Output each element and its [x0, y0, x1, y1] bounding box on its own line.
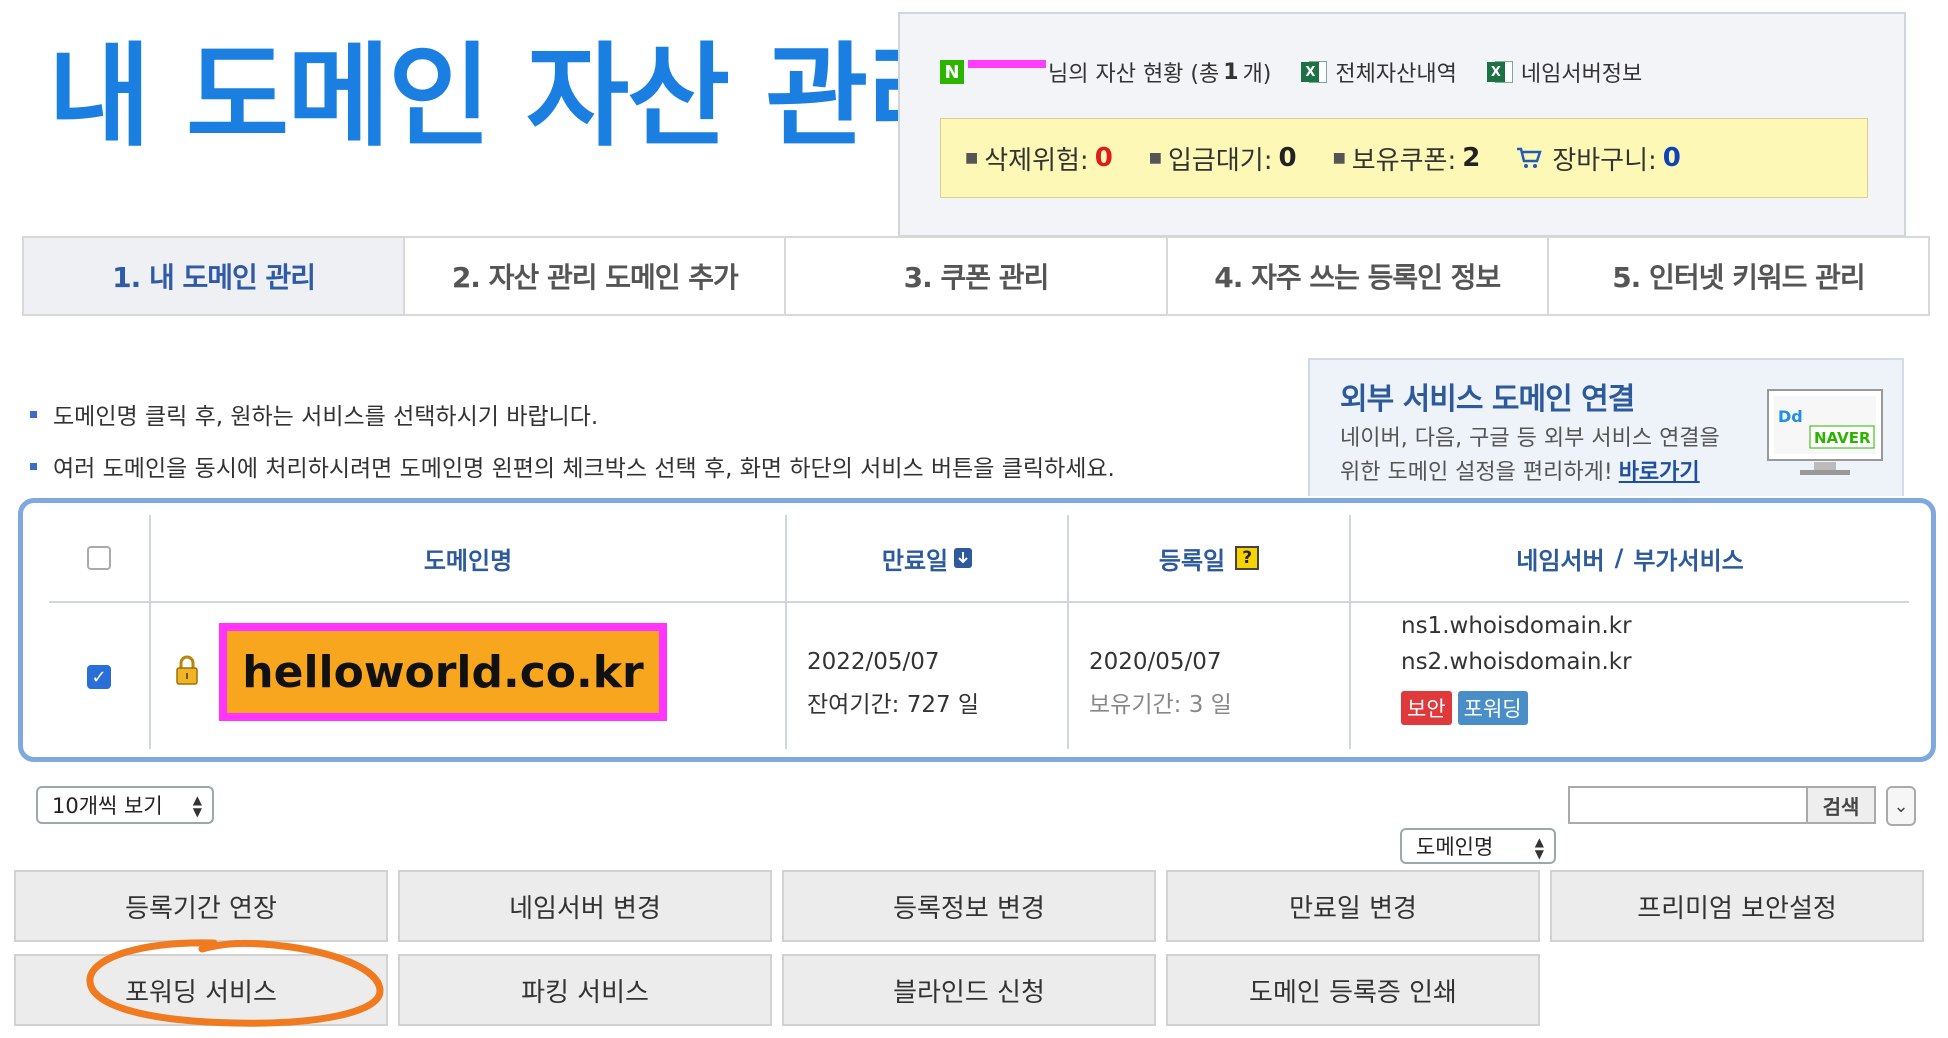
status-cart[interactable]: 장바구니: 0: [1516, 140, 1681, 177]
tab-keywords[interactable]: 5. 인터넷 키워드 관리: [1549, 238, 1928, 314]
forwarding-tag[interactable]: 포워딩: [1457, 691, 1528, 725]
header-domain[interactable]: 도메인명: [151, 515, 787, 601]
change-registration-info-button[interactable]: 등록정보 변경: [782, 870, 1156, 942]
select-arrows-icon: ▲ ▼: [192, 793, 202, 819]
remaining-period: 잔여기간: 727 일: [807, 692, 980, 718]
naver-n-icon: N: [940, 60, 964, 84]
row-checkbox-cell: ✓: [49, 603, 151, 749]
excel-icon[interactable]: X: [1486, 58, 1513, 86]
registered-cell: 2020/05/07 보유기간: 3 일: [1069, 603, 1351, 749]
external-service-title: 외부 서비스 도메인 연결: [1340, 382, 1635, 417]
expiry-cell: 2022/05/07 잔여기간: 727 일: [787, 603, 1069, 749]
tab-registrants[interactable]: 4. 자주 쓰는 등록인 정보: [1168, 238, 1549, 314]
addon-tags: 보안 포워딩: [1401, 691, 1534, 725]
chevron-down-icon[interactable]: ⌄: [1886, 786, 1916, 826]
external-service-banner[interactable]: 외부 서비스 도메인 연결 네이버, 다음, 구글 등 외부 서비스 연결을 위…: [1308, 358, 1904, 496]
header-expiry[interactable]: 만료일: [787, 515, 1069, 601]
domain-name-link[interactable]: helloworld.co.kr: [227, 631, 659, 713]
annotation-circle: [86, 939, 384, 1027]
svg-text:NAVER: NAVER: [1814, 429, 1871, 447]
tab-coupons[interactable]: 3. 쿠폰 관리: [786, 238, 1168, 314]
registered-date: 2020/05/07: [1089, 649, 1222, 675]
sort-down-icon[interactable]: [954, 548, 973, 568]
parking-service-button[interactable]: 파킹 서비스: [398, 954, 772, 1026]
svg-text:Dd: Dd: [1778, 407, 1803, 426]
header-nameserver: 네임서버 / 부가서비스: [1516, 544, 1744, 575]
nameserver-2: ns2.whoisdomain.kr: [1401, 649, 1632, 675]
instructions: 도메인명 클릭 후, 원하는 서비스를 선택하시기 바랍니다. 여러 도메인을 …: [30, 388, 1115, 492]
tab-my-domains[interactable]: 1. 내 도메인 관리: [24, 238, 406, 314]
page-size-select[interactable]: 10개씩 보기 ▲ ▼: [36, 786, 214, 824]
select-all-checkbox[interactable]: [87, 546, 111, 570]
lock-icon: [176, 655, 198, 685]
nameserver-info-link[interactable]: 네임서버정보: [1521, 56, 1642, 88]
page-title: 내 도메인 자산 관리: [48, 32, 969, 162]
asset-summary-panel: N 님의 자산 현황 (총 1 개) X 전체자산내역 X 네임서버정보 ■ 삭제…: [898, 12, 1906, 237]
help-icon[interactable]: ?: [1235, 546, 1260, 570]
external-service-desc: 네이버, 다음, 구글 등 외부 서비스 연결을 위한 도메인 설정을 편리하게…: [1340, 426, 1720, 485]
search-field-select[interactable]: 도메인명 ▲ ▼: [1400, 828, 1556, 864]
cart-icon: [1517, 147, 1543, 168]
status-pending-payment[interactable]: ■ 입금대기: 0: [1149, 140, 1297, 177]
blind-request-button[interactable]: 블라인드 신청: [782, 954, 1156, 1026]
table-row[interactable]: ✓ helloworld.co.kr 2022/05/07 잔여기간: 727 …: [49, 603, 1909, 749]
change-nameserver-button[interactable]: 네임서버 변경: [398, 870, 772, 942]
status-coupons[interactable]: ■ 보유쿠폰: 2: [1333, 140, 1481, 177]
asset-count-unit: 개): [1242, 62, 1272, 87]
note-item: 도메인명 클릭 후, 원하는 서비스를 선택하시기 바랍니다.: [30, 388, 1115, 440]
print-certificate-button[interactable]: 도메인 등록증 인쇄: [1166, 954, 1540, 1026]
asset-count: 1: [1223, 59, 1239, 85]
header-checkbox-cell: [49, 515, 151, 601]
excel-icon[interactable]: X: [1301, 58, 1328, 86]
search-input[interactable]: [1568, 786, 1808, 824]
domain-name-highlight[interactable]: helloworld.co.kr: [219, 623, 667, 721]
change-expiry-button[interactable]: 만료일 변경: [1166, 870, 1540, 942]
row-checkbox[interactable]: ✓: [87, 665, 111, 689]
search-button[interactable]: 검색: [1806, 786, 1876, 824]
full-assets-link[interactable]: 전체자산내역: [1335, 56, 1456, 88]
note-item: 여러 도메인을 동시에 처리하시려면 도메인명 왼편의 체크박스 선택 후, 화…: [30, 440, 1115, 492]
status-bar: ■ 삭제위험: 0 ■ 입금대기: 0 ■ 보유쿠폰: 2 장바구니: 0: [940, 118, 1868, 198]
domain-cell[interactable]: helloworld.co.kr: [151, 603, 787, 749]
status-delete-risk[interactable]: ■ 삭제위험: 0: [965, 140, 1113, 177]
redacted-username: [968, 60, 1046, 68]
owner-suffix: 님의 자산 현황 (총: [1048, 62, 1220, 87]
extend-registration-button[interactable]: 등록기간 연장: [14, 870, 388, 942]
premium-security-button[interactable]: 프리미엄 보안설정: [1550, 870, 1924, 942]
security-tag[interactable]: 보안: [1401, 691, 1452, 725]
select-arrows-icon: ▲ ▼: [1534, 835, 1544, 861]
tab-add-domain[interactable]: 2. 자산 관리 도메인 추가: [405, 238, 787, 314]
asset-summary-header: N 님의 자산 현황 (총 1 개) X 전체자산내역 X 네임서버정보: [940, 56, 1642, 88]
table-header: 도메인명 만료일 등록일 ? 네임서버 / 부가서비스: [49, 515, 1909, 603]
expiry-date: 2022/05/07: [807, 649, 940, 675]
domain-table: 도메인명 만료일 등록일 ? 네임서버 / 부가서비스 ✓ helloworld…: [18, 498, 1936, 762]
tab-bar: 1. 내 도메인 관리 2. 자산 관리 도메인 추가 3. 쿠폰 관리 4. …: [22, 236, 1930, 316]
shortcut-link[interactable]: 바로가기: [1619, 460, 1700, 485]
header-registered[interactable]: 등록일 ?: [1069, 515, 1351, 601]
nameserver-cell: ns1.whoisdomain.kr ns2.whoisdomain.kr 보안…: [1351, 603, 1909, 749]
nameserver-1: ns1.whoisdomain.kr: [1401, 613, 1632, 639]
monitor-icon: Dd NAVER: [1767, 389, 1883, 475]
held-period: 보유기간: 3 일: [1089, 692, 1232, 718]
